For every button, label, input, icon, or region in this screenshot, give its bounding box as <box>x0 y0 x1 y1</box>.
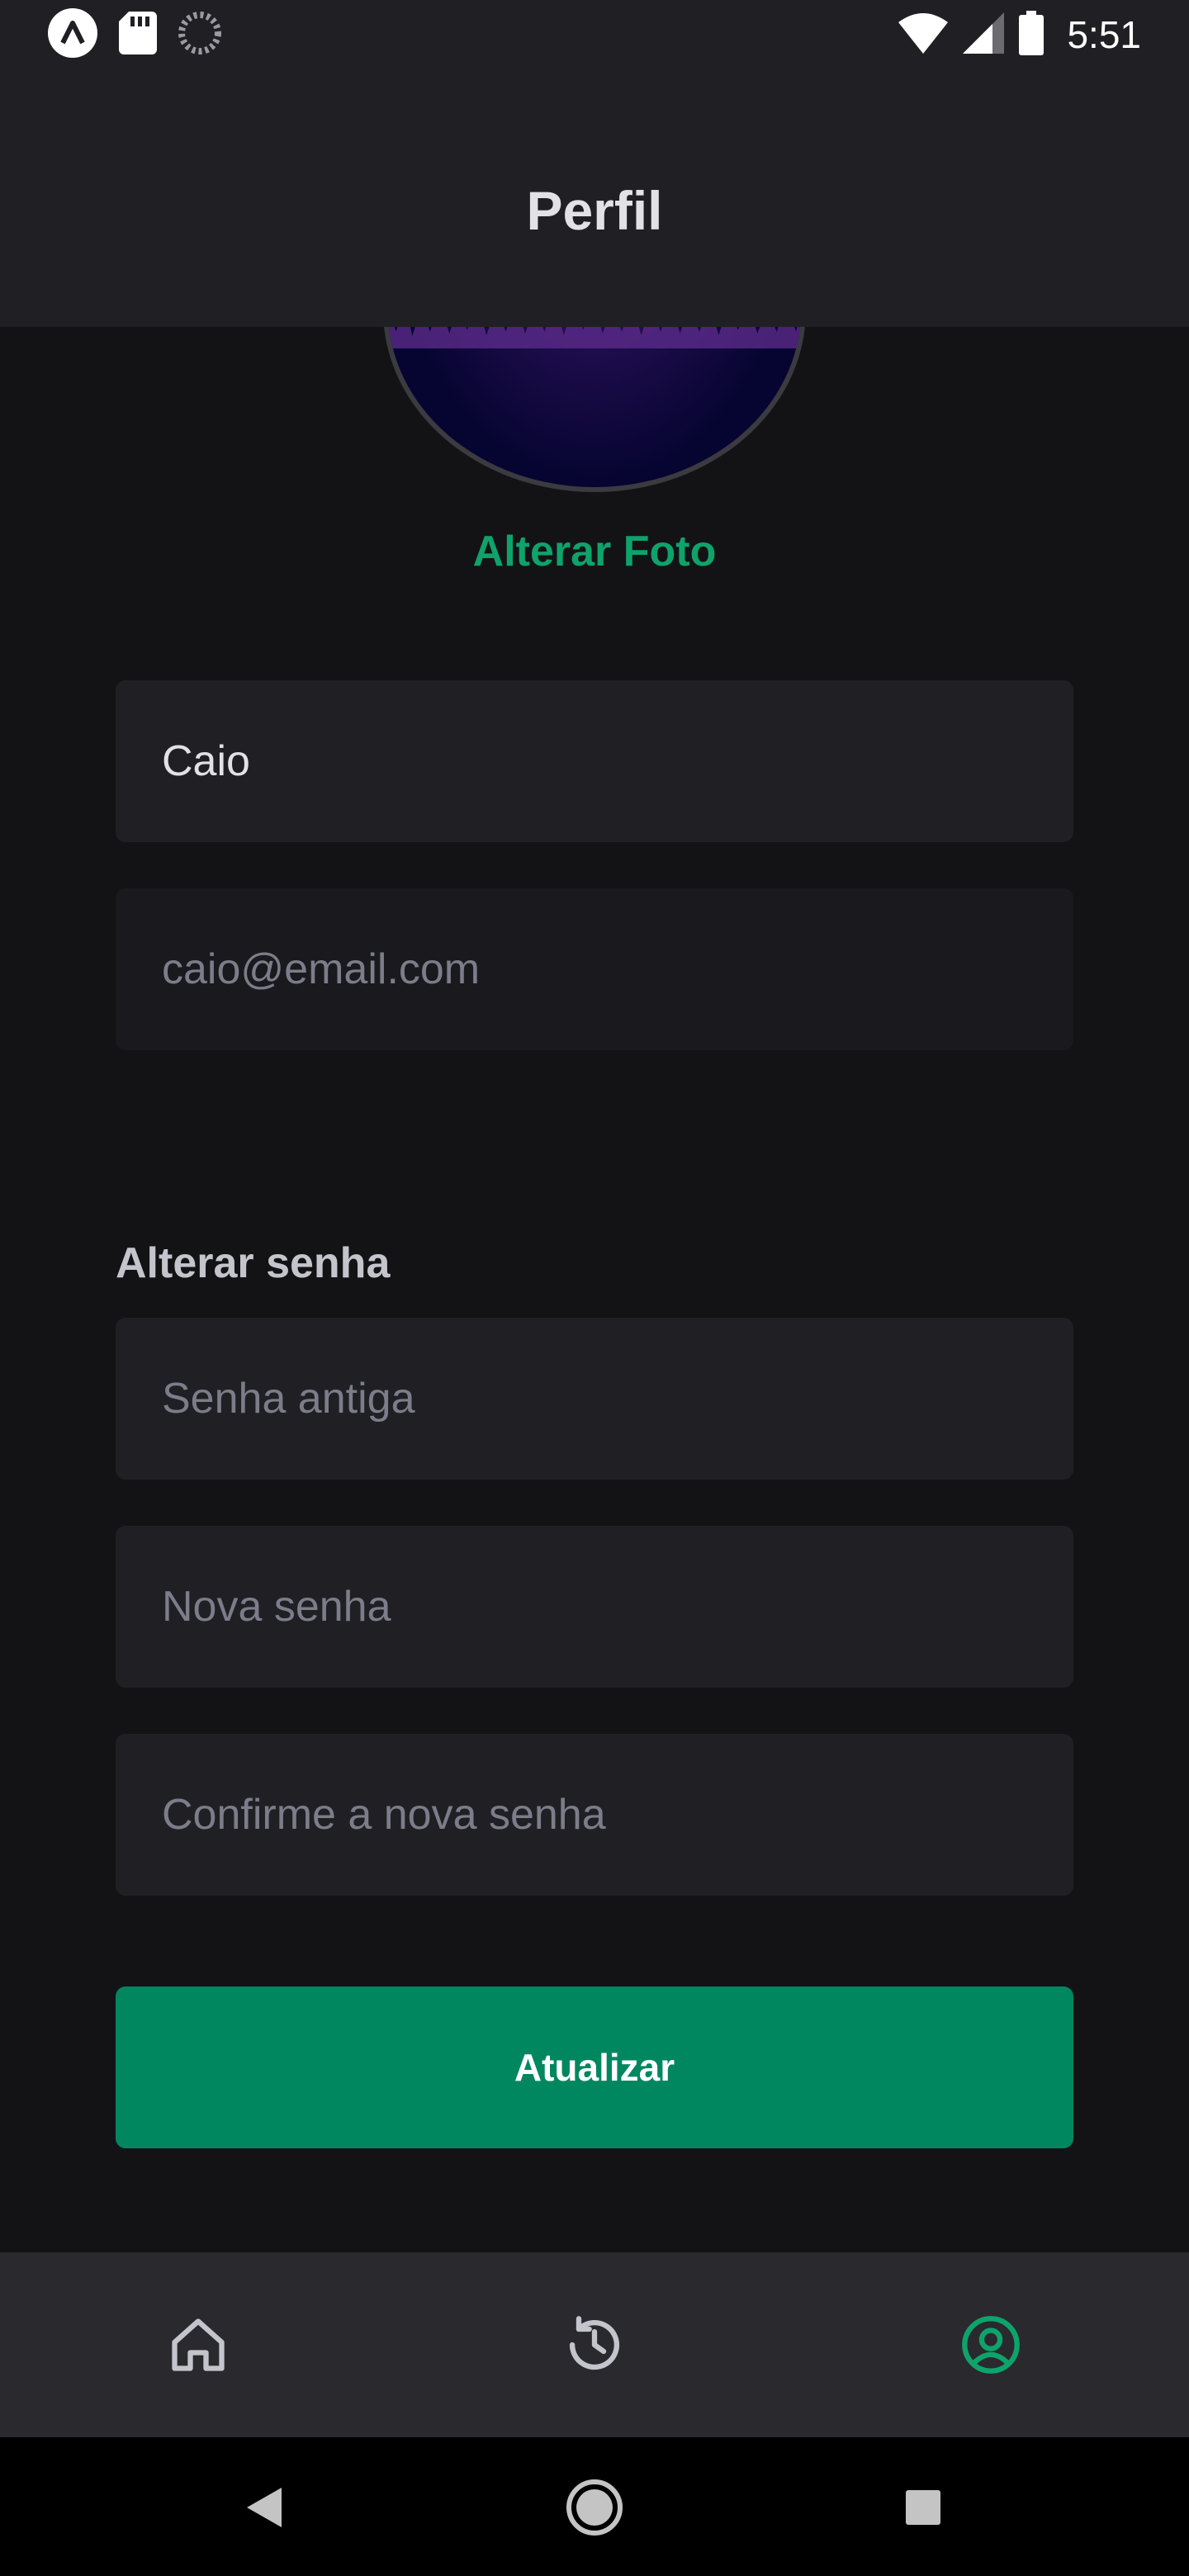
back-icon <box>247 2488 282 2527</box>
new-password-input[interactable] <box>116 1526 1073 1688</box>
status-bar: 5:51 <box>0 0 1189 69</box>
page-title: Perfil <box>526 180 663 241</box>
recents-button[interactable] <box>886 2470 960 2545</box>
history-icon <box>569 2316 620 2370</box>
old-password-field[interactable] <box>116 1318 1073 1480</box>
name-input[interactable] <box>116 680 1073 842</box>
home-button[interactable] <box>557 2470 632 2545</box>
avatar-photo-trees <box>388 327 801 348</box>
change-photo-button[interactable]: Alterar Foto <box>0 530 1189 573</box>
old-password-input[interactable] <box>116 1318 1073 1480</box>
status-bar-notifications <box>48 7 221 62</box>
avatar[interactable] <box>383 327 806 492</box>
recents-icon <box>906 2490 940 2525</box>
user-circle-icon <box>962 2316 1020 2374</box>
profile-content[interactable]: Alterar Foto Alterar senha Atualizar <box>0 327 1189 2252</box>
bottom-tab-bar <box>0 2252 1189 2437</box>
status-bar-system: 5:51 <box>898 10 1141 59</box>
home-circle-icon <box>566 2479 623 2536</box>
header: Perfil <box>0 69 1189 327</box>
tab-history[interactable] <box>553 2304 636 2386</box>
battery-icon <box>1019 10 1045 59</box>
wifi-icon <box>898 12 949 58</box>
system-navigation-bar <box>0 2437 1189 2576</box>
expo-icon <box>48 7 97 62</box>
new-password-field[interactable] <box>116 1526 1073 1688</box>
sd-card-icon <box>119 11 157 59</box>
update-button[interactable]: Atualizar <box>116 1986 1073 2148</box>
password-section-label: Alterar senha <box>116 1239 391 1287</box>
email-field[interactable] <box>116 888 1073 1050</box>
confirm-password-input[interactable] <box>116 1734 1073 1896</box>
tab-home[interactable] <box>157 2304 239 2386</box>
name-field[interactable] <box>116 680 1073 842</box>
signal-icon <box>963 12 1005 58</box>
home-icon <box>172 2318 225 2371</box>
sync-icon <box>178 11 221 59</box>
tab-profile[interactable] <box>950 2304 1032 2386</box>
status-time: 5:51 <box>1067 13 1141 56</box>
email-input[interactable] <box>116 888 1073 1050</box>
back-button[interactable] <box>227 2470 301 2545</box>
confirm-password-field[interactable] <box>116 1734 1073 1896</box>
